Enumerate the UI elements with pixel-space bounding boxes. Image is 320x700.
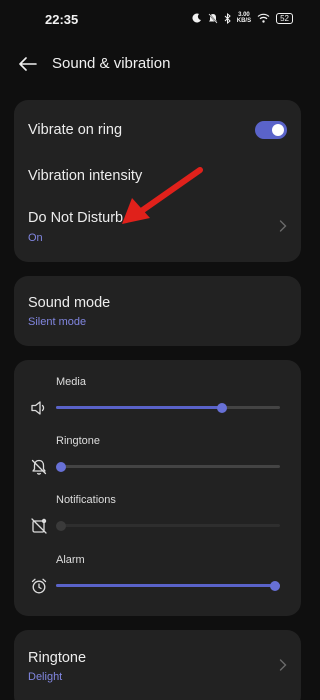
chevron-right-icon [279,659,287,671]
alarm-volume-fill [56,584,280,587]
arrow-left-icon [19,57,37,71]
alarm-volume-thumb[interactable] [270,580,280,591]
ringtone-volume-thumb[interactable] [56,461,66,472]
status-time: 22:35 [45,12,79,27]
wifi-icon [257,13,270,23]
ringtone-volume-slider[interactable] [56,461,280,472]
notifications-volume-thumb [56,520,66,531]
vibrate-on-ring-label: Vibrate on ring [28,122,123,138]
ringtone-card[interactable]: Ringtone Delight [14,630,301,700]
annotation-arrow [122,167,203,224]
ringtone-value: Delight [28,671,63,683]
sound-mode-label: Sound mode [28,295,111,311]
alarm-volume-slider[interactable] [56,580,280,591]
vibrate-on-ring-toggle[interactable] [255,121,287,139]
status-icons: 3.00 KB/S 52 [192,12,293,24]
moon-icon [192,13,201,23]
ringtone-label: Ringtone [28,650,87,666]
media-volume-fill [56,406,222,409]
page-title: Sound & vibration [52,55,171,72]
battery-indicator: 52 [276,12,293,24]
media-volume-slider[interactable] [56,402,280,413]
network-speed: 3.00 KB/S [236,12,252,24]
notifications-volume-slider [56,520,280,531]
vibrate-on-ring-row[interactable]: Vibrate on ring [14,100,301,154]
bell-off-icon[interactable] [30,458,48,476]
ringtone-volume-label: Ringtone [56,435,101,447]
chevron-right-icon [279,220,287,232]
alarm-volume-label: Alarm [56,554,85,566]
volume-card: Media Ringtone Notifications Alarm [14,360,301,616]
toggle-knob [272,124,284,136]
sound-mode-value: Silent mode [28,316,87,328]
app-header: Sound & vibration [0,44,315,84]
back-button[interactable] [16,52,40,76]
do-not-disturb-status: On [28,232,43,244]
notifications-volume-label: Notifications [56,494,116,506]
media-volume-label: Media [56,376,86,388]
notification-off-icon [31,518,47,534]
alarm-clock-icon[interactable] [30,577,48,595]
speaker-icon[interactable] [30,399,48,417]
sound-mode-card[interactable]: Sound mode Silent mode [14,276,301,346]
do-not-disturb-label: Do Not Disturb [28,210,124,226]
bell-mute-icon [208,12,218,24]
media-volume-thumb[interactable] [216,402,227,413]
status-bar: 22:35 3.00 KB/S 52 [0,0,315,40]
bluetooth-icon [224,12,231,24]
